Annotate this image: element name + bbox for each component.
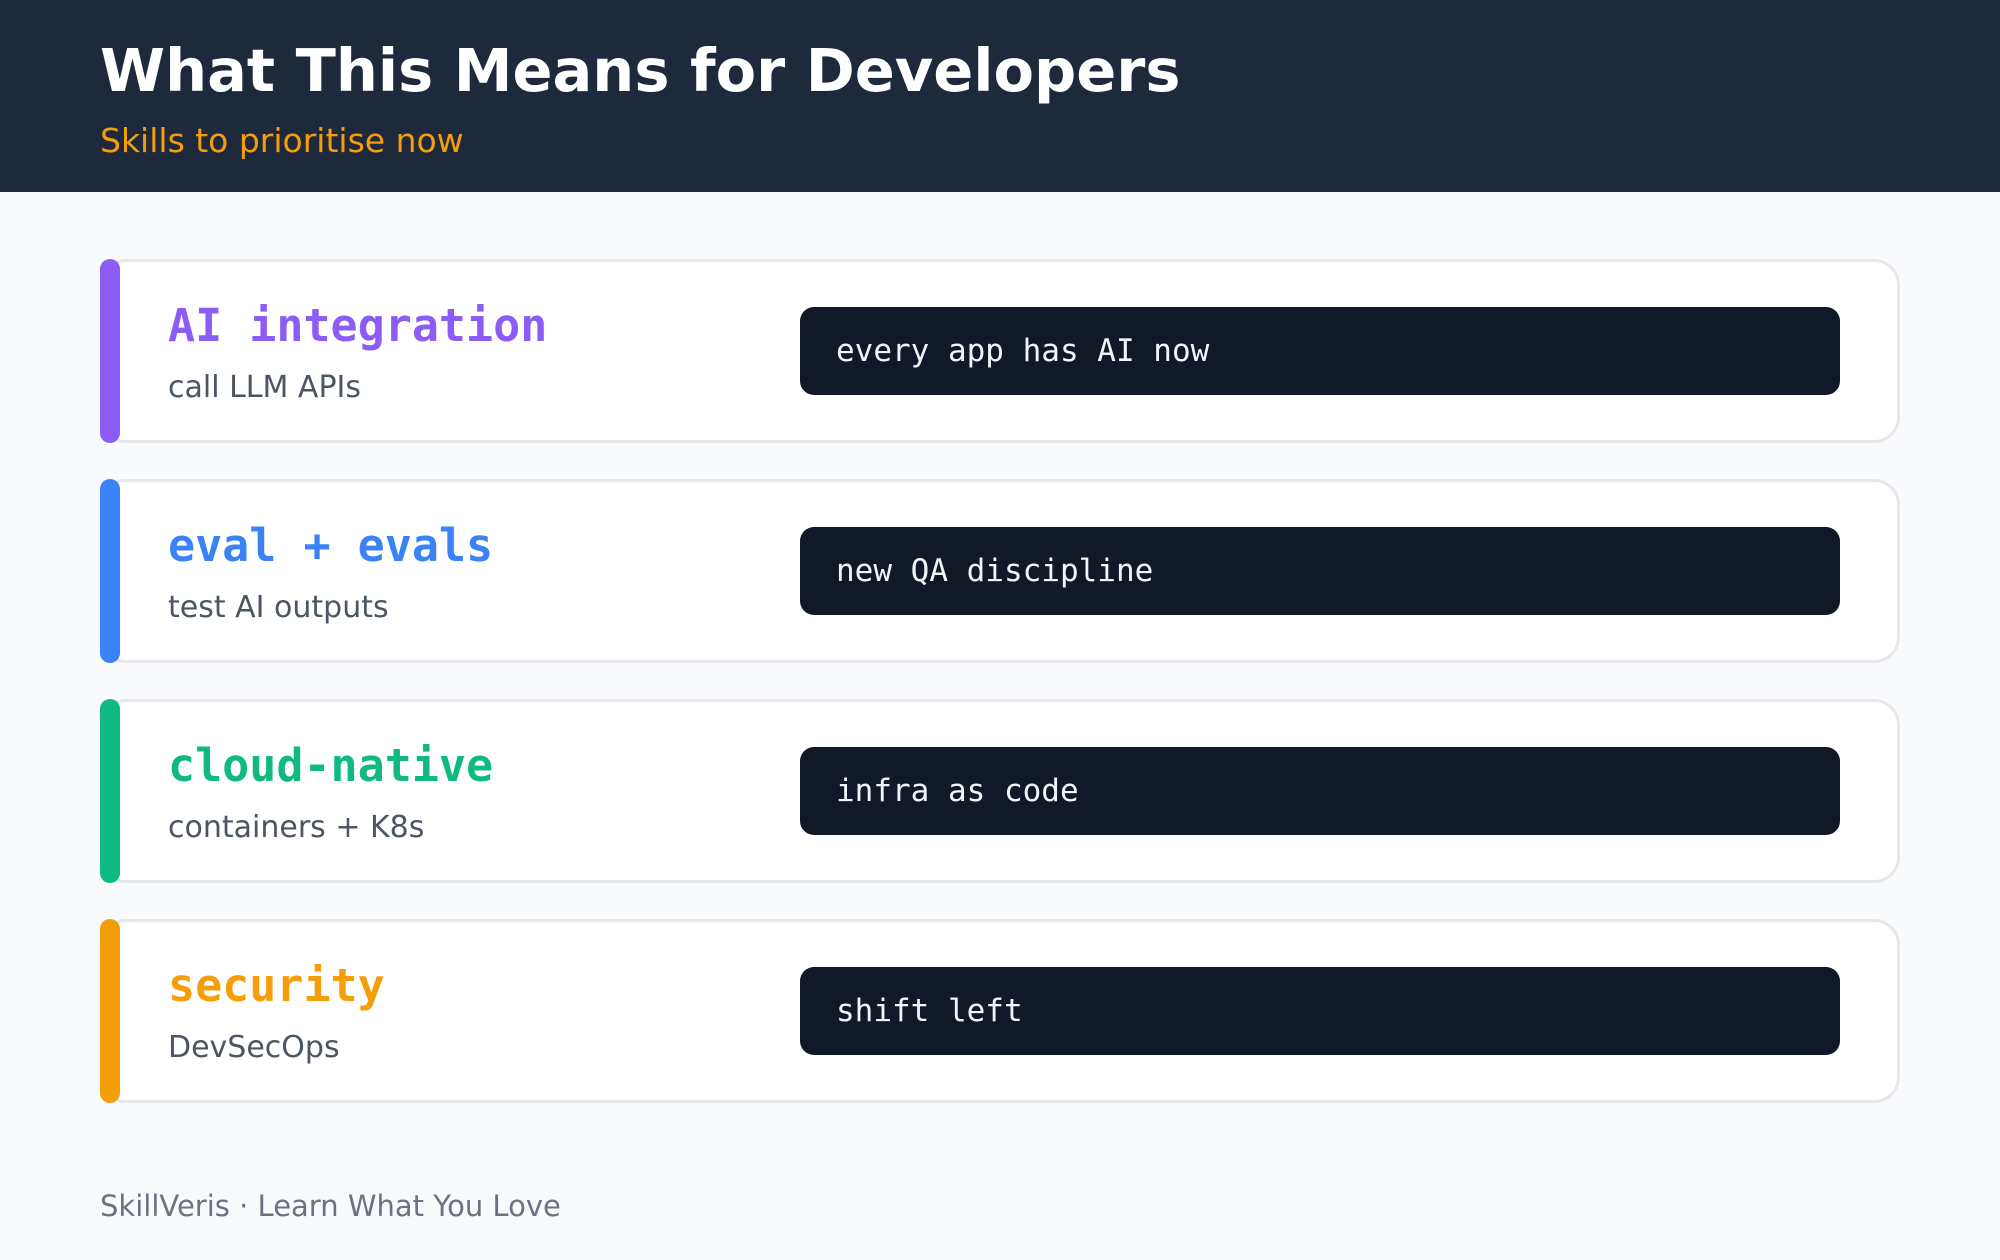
skill-note-box: shift left	[800, 967, 1840, 1055]
skill-note: infra as code	[836, 773, 1079, 809]
skill-card-ai-integration: AI integration call LLM APIs every app h…	[100, 259, 1900, 443]
footer-brand: SkillVeris · Learn What You Love	[100, 1189, 561, 1223]
skill-note: new QA discipline	[836, 553, 1154, 589]
skill-title: cloud-native	[168, 739, 494, 792]
skill-accent-bar	[100, 259, 120, 443]
skill-accent-bar	[100, 479, 120, 663]
skill-subtitle: DevSecOps	[168, 1030, 340, 1065]
skill-accent-bar	[100, 919, 120, 1103]
skill-title: eval + evals	[168, 519, 494, 572]
skill-note: shift left	[836, 993, 1023, 1029]
skill-card-evals: eval + evals test AI outputs new QA disc…	[100, 479, 1900, 663]
skill-card-security: security DevSecOps shift left	[100, 919, 1900, 1103]
skill-note-box: every app has AI now	[800, 307, 1840, 395]
header: What This Means for Developers Skills to…	[0, 0, 2000, 192]
skill-note: every app has AI now	[836, 333, 1210, 369]
skill-subtitle: containers + K8s	[168, 810, 425, 845]
skill-note-box: new QA discipline	[800, 527, 1840, 615]
skill-note-box: infra as code	[800, 747, 1840, 835]
skill-card-cloud-native: cloud-native containers + K8s infra as c…	[100, 699, 1900, 883]
page-title: What This Means for Developers	[100, 36, 1181, 105]
skill-accent-bar	[100, 699, 120, 883]
skill-subtitle: call LLM APIs	[168, 370, 362, 405]
page-subtitle: Skills to prioritise now	[100, 121, 464, 160]
skill-subtitle: test AI outputs	[168, 590, 389, 625]
skill-title: AI integration	[168, 299, 548, 352]
skill-title: security	[168, 959, 385, 1012]
